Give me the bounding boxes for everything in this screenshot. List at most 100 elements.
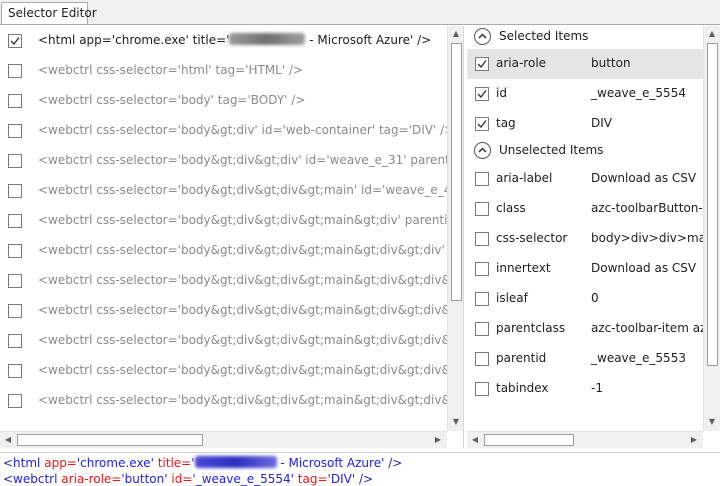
selector-checkbox[interactable] [8, 124, 22, 138]
attribute-row-id[interactable]: id _weave_e_5554 [467, 79, 703, 109]
attribute-value: -1 [591, 381, 603, 395]
selector-row[interactable]: <webctrl css-selector='body&gt;div&gt;di… [0, 296, 448, 326]
attribute-checkbox[interactable] [475, 117, 489, 131]
attribute-checkbox[interactable] [475, 57, 489, 71]
attribute-checkbox[interactable] [475, 202, 489, 216]
selector-list-vscrollbar[interactable]: ▲ ▼ [447, 26, 463, 431]
selector-checkbox[interactable] [8, 214, 22, 228]
selector-row[interactable]: <webctrl css-selector='body&gt;div' id='… [0, 116, 448, 146]
selector-row[interactable]: <webctrl css-selector='html' tag='HTML' … [0, 56, 448, 86]
unselected-items-header[interactable]: Unselected Items [467, 140, 703, 162]
preview-value: - Microsoft Azure' /> [276, 456, 403, 470]
preview-line-html: <html app='chrome.exe' title=' - Microso… [3, 456, 403, 470]
attribute-checkbox[interactable] [475, 172, 489, 186]
scrollbar-thumb[interactable] [17, 434, 203, 446]
scroll-left-arrow-icon[interactable]: ◀ [0, 432, 16, 448]
attribute-checkbox[interactable] [475, 322, 489, 336]
selector-checkbox[interactable] [8, 34, 22, 48]
attribute-value: Download as CSV [591, 261, 697, 275]
attribute-row-parentid[interactable]: parentid _weave_e_5553 [467, 344, 703, 374]
attribute-row-innertext[interactable]: innertext Download as CSV [467, 254, 703, 284]
selector-checkbox[interactable] [8, 94, 22, 108]
scroll-right-arrow-icon[interactable]: ▶ [686, 432, 702, 448]
attribute-row-tabindex[interactable]: tabindex -1 [467, 374, 703, 404]
collapse-up-icon[interactable] [474, 28, 491, 45]
scroll-up-arrow-icon[interactable]: ▲ [704, 26, 720, 42]
selector-row[interactable]: <webctrl css-selector='body' tag='BODY' … [0, 86, 448, 116]
selector-text: <webctrl css-selector='body&gt;div&gt;di… [38, 153, 448, 167]
attribute-checkbox[interactable] [475, 292, 489, 306]
scrollbar-thumb[interactable] [484, 434, 574, 446]
selector-row[interactable]: <webctrl css-selector='body&gt;div&gt;di… [0, 326, 448, 356]
attribute-row-isleaf[interactable]: isleaf 0 [467, 284, 703, 314]
attribute-list-vscrollbar[interactable]: ▲ ▼ [703, 26, 720, 431]
selector-checkbox[interactable] [8, 64, 22, 78]
selector-text: <webctrl css-selector='body&gt;div&gt;di… [38, 183, 448, 197]
attribute-name: isleaf [496, 291, 528, 305]
selector-row[interactable]: <webctrl css-selector='body&gt;div&gt;di… [0, 266, 448, 296]
attribute-row-css-selector[interactable]: css-selector body>div>div>main [467, 224, 703, 254]
selector-row[interactable]: <webctrl css-selector='body&gt;div&gt;di… [0, 146, 448, 176]
attribute-row-tag[interactable]: tag DIV [467, 109, 703, 139]
scroll-up-arrow-icon[interactable]: ▲ [448, 26, 463, 42]
selector-list-hscrollbar[interactable]: ◀ ▶ [0, 431, 447, 448]
attribute-checkbox[interactable] [475, 87, 489, 101]
attribute-name: class [496, 201, 526, 215]
attribute-value: azc-toolbar-item azc [591, 321, 703, 335]
attribute-row-class[interactable]: class azc-toolbarButton-co [467, 194, 703, 224]
selector-editor-panel: <html app='chrome.exe' title=' - Microso… [0, 24, 720, 486]
selector-checkbox[interactable] [8, 154, 22, 168]
selector-row[interactable]: <webctrl css-selector='body&gt;div&gt;di… [0, 386, 448, 416]
selector-row[interactable]: <html app='chrome.exe' title=' - Microso… [0, 26, 448, 56]
scrollbar-thumb[interactable] [707, 43, 718, 366]
selector-checkbox[interactable] [8, 364, 22, 378]
attribute-name: tag [496, 116, 516, 130]
group-label: Unselected Items [499, 143, 604, 157]
selector-preview[interactable]: <html app='chrome.exe' title=' - Microso… [0, 452, 720, 486]
selector-text: <webctrl css-selector='body&gt;div&gt;di… [38, 303, 448, 317]
attribute-row-parentclass[interactable]: parentclass azc-toolbar-item azc [467, 314, 703, 344]
attribute-value: _weave_e_5554 [591, 86, 686, 100]
preview-attr: title= [157, 456, 192, 470]
selector-row[interactable]: <webctrl css-selector='body&gt;div&gt;di… [0, 206, 448, 236]
selector-text: <html app='chrome.exe' title=' - Microso… [38, 33, 432, 47]
selector-checkbox[interactable] [8, 274, 22, 288]
selector-text: <webctrl css-selector='body' tag='BODY' … [38, 93, 306, 107]
preview-value: 'button' [121, 472, 168, 486]
group-label: Selected Items [499, 29, 589, 43]
attribute-checkbox[interactable] [475, 382, 489, 396]
scroll-right-arrow-icon[interactable]: ▶ [430, 432, 446, 448]
scroll-left-arrow-icon[interactable]: ◀ [467, 432, 483, 448]
attribute-list: Selected Items aria-role button id _weave_e… [467, 26, 720, 448]
selector-checkbox[interactable] [8, 334, 22, 348]
redacted-title [229, 33, 306, 45]
attribute-row-aria-label[interactable]: aria-label Download as CSV [467, 164, 703, 194]
selector-checkbox[interactable] [8, 184, 22, 198]
scrollbar-thumb[interactable] [451, 43, 462, 301]
scroll-down-arrow-icon[interactable]: ▼ [704, 414, 720, 430]
attribute-list-hscrollbar[interactable]: ◀ ▶ [467, 431, 703, 448]
selector-row[interactable]: <webctrl css-selector='body&gt;div&gt;di… [0, 236, 448, 266]
selector-checkbox[interactable] [8, 394, 22, 408]
preview-close: /> [355, 472, 374, 486]
selected-items-header[interactable]: Selected Items [467, 26, 703, 48]
selector-checkbox[interactable] [8, 304, 22, 318]
selector-list: <html app='chrome.exe' title=' - Microso… [0, 26, 464, 448]
attribute-value: azc-toolbarButton-co [591, 201, 703, 215]
preview-attr: tag= [297, 472, 328, 486]
attribute-name: id [496, 86, 507, 100]
tab-selector-editor[interactable]: Selector Editor [1, 2, 97, 25]
attribute-checkbox[interactable] [475, 262, 489, 276]
preview-tag: <webctrl [3, 472, 58, 486]
selector-row[interactable]: <webctrl css-selector='body&gt;div&gt;di… [0, 176, 448, 206]
preview-value: '_weave_e_5554' [192, 472, 294, 486]
attribute-row-aria-role[interactable]: aria-role button [467, 49, 703, 79]
selector-checkbox[interactable] [8, 244, 22, 258]
selector-text: <webctrl css-selector='body&gt;div&gt;di… [38, 213, 448, 227]
attribute-name: tabindex [496, 381, 549, 395]
collapse-up-icon[interactable] [474, 142, 491, 159]
attribute-checkbox[interactable] [475, 232, 489, 246]
selector-row[interactable]: <webctrl css-selector='body&gt;div&gt;di… [0, 356, 448, 386]
attribute-checkbox[interactable] [475, 352, 489, 366]
scroll-down-arrow-icon[interactable]: ▼ [448, 414, 463, 430]
